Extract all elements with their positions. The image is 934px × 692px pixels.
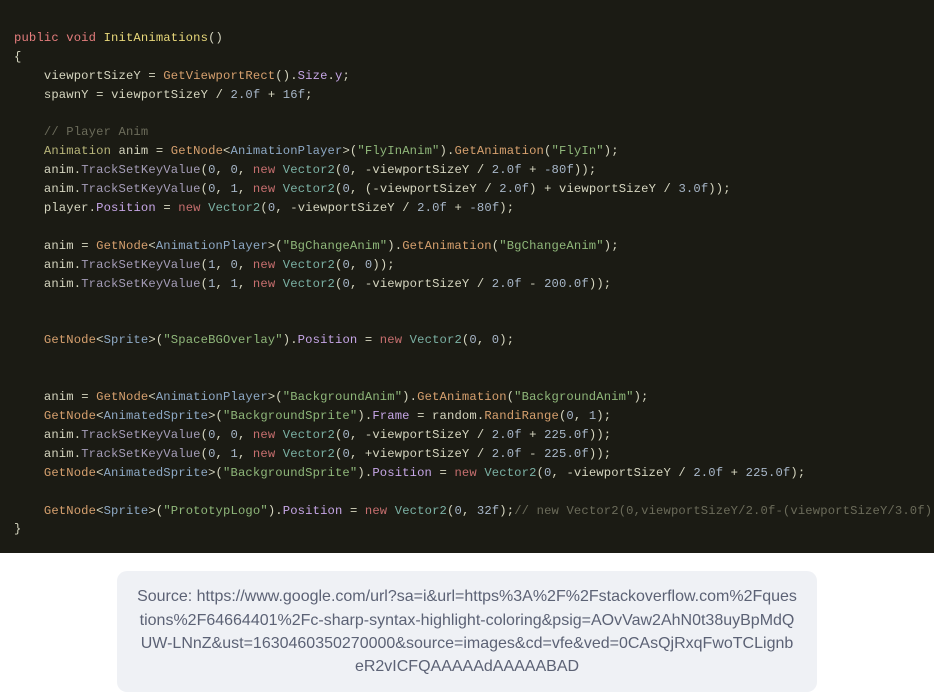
source-url: https://www.google.com/url?sa=i&url=http… [140,588,797,675]
method-name: InitAnimations [104,31,209,45]
keyword-public-void: public void [14,31,96,45]
source-attribution: Source: https://www.google.com/url?sa=i&… [117,571,817,692]
open-brace: { [14,50,21,64]
comment-player-anim: // Player Anim [44,125,149,139]
code-block: public void InitAnimations() { viewportS… [0,0,934,553]
close-brace: } [14,522,21,536]
source-label: Source: [137,588,197,605]
comment-tail: // new Vector2(0,viewportSizeY/2.0f-(vie… [514,504,934,518]
